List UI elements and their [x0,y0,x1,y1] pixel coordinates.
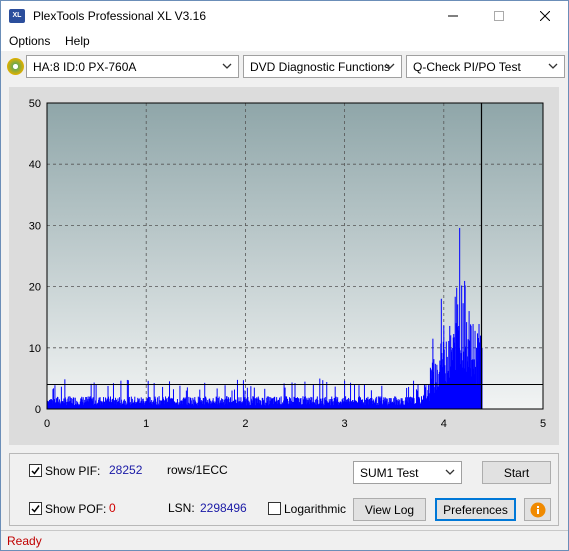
sum-test-value: SUM1 Test [360,466,419,480]
toolbar: HA:8 ID:0 PX-760A DVD Diagnostic Functio… [1,52,568,82]
app-window: XL PlexTools Professional XL V3.16 Optio… [0,0,569,551]
pif-value: 28252 [109,463,143,477]
chevron-down-icon [445,469,455,475]
maximize-icon [494,11,504,21]
drive-select[interactable]: HA:8 ID:0 PX-760A [26,55,239,78]
close-button[interactable] [522,1,568,31]
logarithmic-checkbox[interactable] [268,502,281,515]
y-tick-label: 0 [35,404,41,416]
y-tick-label: 50 [29,98,41,110]
status-text: Ready [7,534,42,548]
pif-unit: rows/1ECC [167,463,228,477]
pi-bar [291,382,293,409]
drive-select-value: HA:8 ID:0 PX-760A [33,60,137,74]
y-tick-label: 30 [29,220,41,232]
app-logo-icon: XL [9,9,25,23]
show-pof-checkbox[interactable] [29,502,42,515]
logarithmic-label: Logarithmic [284,502,347,516]
chevron-down-icon [548,63,558,69]
checkmark-icon [31,505,40,513]
y-tick-label: 10 [29,343,41,355]
function-select-value: DVD Diagnostic Functions [250,60,391,74]
chevron-down-icon [385,63,395,69]
lsn-label: LSN: [168,501,195,515]
x-tick-label: 0 [44,418,50,430]
minimize-icon [448,15,458,17]
info-button[interactable] [524,498,551,521]
close-icon [540,11,550,21]
y-tick-label: 20 [29,282,41,294]
chart-panel: 0 10 20 30 40 50 0 1 2 3 4 5 [9,87,559,445]
show-pif-label: Show PIF: [45,464,101,478]
lsn-value: 2298496 [200,501,247,515]
view-log-button-label: View Log [364,502,415,517]
status-bar: Ready [1,530,568,550]
x-tick-label: 2 [242,418,248,430]
pof-value: 0 [109,501,116,515]
show-pif-checkbox[interactable] [29,464,42,477]
start-button-label: Start [503,465,530,480]
menu-help[interactable]: Help [65,34,90,48]
drive-disc-icon [7,58,24,75]
preferences-button-label: Preferences [443,502,508,517]
info-icon [530,502,545,517]
controls-panel: Show PIF: 28252 rows/1ECC SUM1 Test Star… [9,453,559,526]
function-select[interactable]: DVD Diagnostic Functions [243,55,402,78]
x-tick-label: 3 [342,418,348,430]
pi-po-chart: 0 10 20 30 40 50 0 1 2 3 4 5 [29,98,546,430]
menu-options[interactable]: Options [9,34,50,48]
menu-bar: Options Help [1,31,568,51]
checkmark-icon [31,467,40,475]
y-tick-label: 40 [29,159,41,171]
window-title: PlexTools Professional XL V3.16 [33,9,206,23]
start-button[interactable]: Start [482,461,551,484]
maximize-button[interactable] [476,1,522,31]
x-tick-label: 5 [540,418,546,430]
minimize-button[interactable] [430,1,476,31]
x-tick-label: 1 [143,418,149,430]
sum-test-select[interactable]: SUM1 Test [353,461,462,484]
preferences-button[interactable]: Preferences [435,498,516,521]
chevron-down-icon [222,63,232,69]
title-bar: XL PlexTools Professional XL V3.16 [1,1,568,31]
test-select-value: Q-Check PI/PO Test [413,60,521,74]
show-pof-label: Show POF: [45,502,107,516]
x-tick-label: 4 [441,418,447,430]
view-log-button[interactable]: View Log [353,498,426,521]
test-select[interactable]: Q-Check PI/PO Test [406,55,565,78]
